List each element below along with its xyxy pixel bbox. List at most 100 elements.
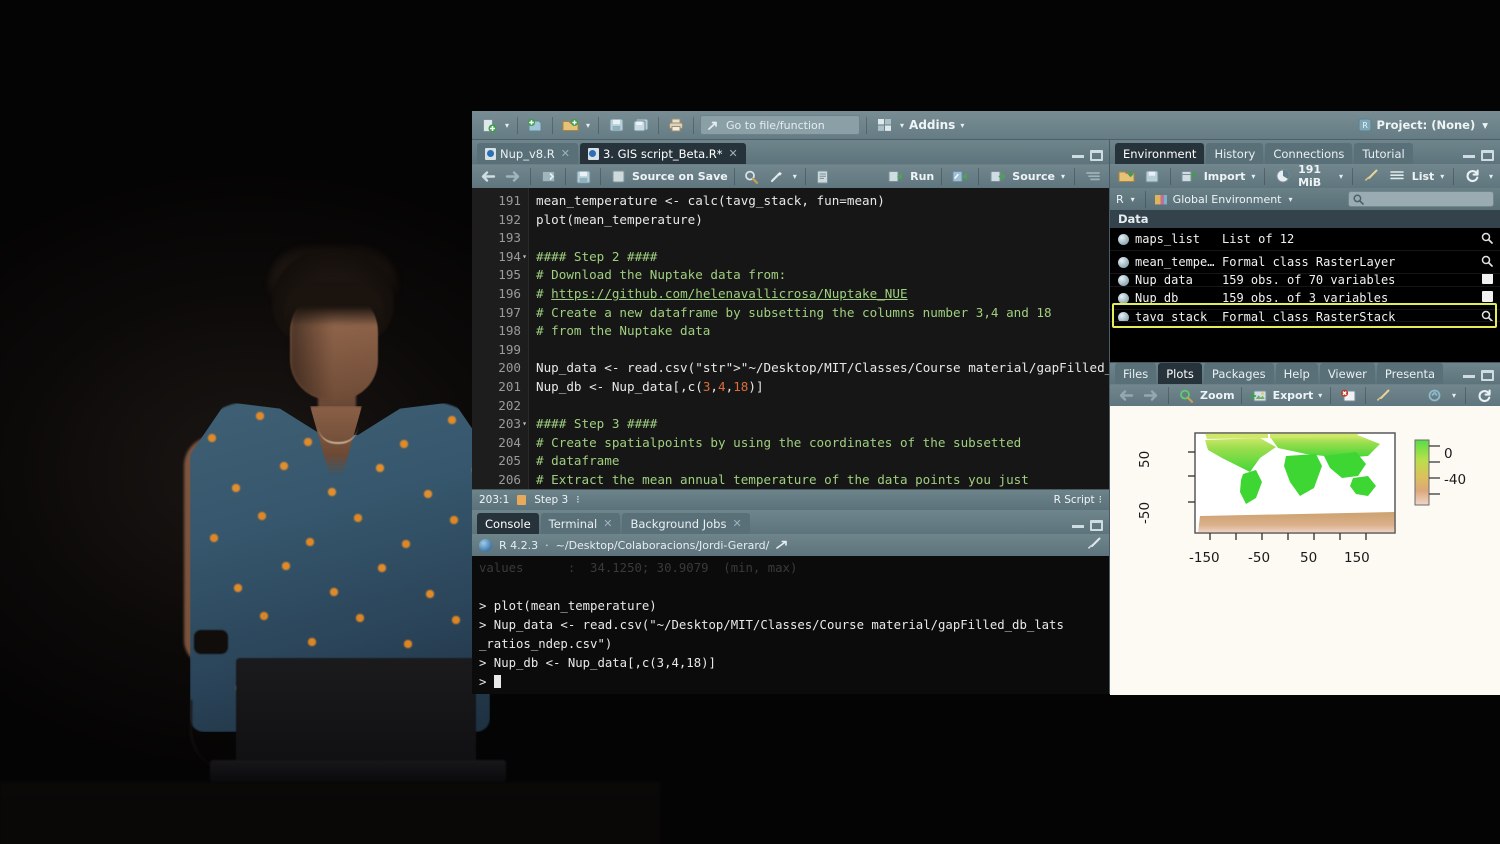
code-area[interactable]: 191 192 193 194 ▾ 195 196 197 198 199 200 201 202 203… [472, 188, 1109, 489]
tab-tutorial[interactable]: Tutorial [1354, 143, 1413, 164]
new-file-caret[interactable]: ▾ [503, 121, 511, 130]
new-file-icon[interactable] [478, 115, 500, 136]
layout-caret[interactable]: ▾ [898, 121, 906, 130]
tab-help[interactable]: Help [1275, 363, 1318, 384]
addins-menu[interactable]: Addins [909, 118, 955, 132]
export-label[interactable]: Export [1273, 389, 1314, 402]
chunk-caret[interactable]: ⁝ [576, 494, 579, 506]
plot-canvas[interactable]: 50 -50 -150 -50 50 150 0 -40 [1110, 406, 1500, 695]
code-line[interactable] [536, 229, 1109, 248]
previous-plot-icon[interactable] [1115, 385, 1137, 406]
view-caret[interactable]: ▾ [1438, 172, 1446, 181]
refresh-caret[interactable]: ▾ [1487, 172, 1495, 181]
scope-selector[interactable]: Global Environment [1173, 193, 1282, 206]
close-tab-icon[interactable]: ✕ [732, 517, 741, 530]
maximize-pane-icon[interactable] [1481, 370, 1494, 381]
source-editor[interactable]: 191 192 193 194 ▾ 195 196 197 198 199 200 201 202 203… [472, 188, 1109, 489]
environment-row[interactable]: tavg_stack Formal class RasterStack [1110, 310, 1500, 322]
view-dataframe-icon[interactable] [1481, 274, 1493, 284]
open-directory-icon[interactable] [776, 539, 789, 551]
close-tab-icon[interactable]: ✕ [729, 147, 738, 160]
open-file-icon[interactable] [559, 115, 581, 136]
run-label[interactable]: Run [910, 170, 934, 183]
zoom-label[interactable]: Zoom [1200, 389, 1235, 402]
next-plot-icon[interactable] [1140, 385, 1162, 406]
code-line[interactable]: # Download the Nuptake data from: [536, 266, 1109, 285]
environment-row-action[interactable] [1474, 232, 1500, 247]
minimize-pane-icon[interactable] [1463, 154, 1475, 158]
language-caret[interactable]: ▾ [1129, 195, 1137, 204]
zoom-plot-icon[interactable] [1175, 385, 1197, 406]
publish-icon[interactable] [1424, 385, 1446, 406]
code-line[interactable]: Nup_data <- read.csv("str">"~/Desktop/MI… [536, 359, 1109, 378]
close-tab-icon[interactable]: ✕ [603, 517, 612, 530]
close-tab-icon[interactable]: ✕ [561, 147, 570, 160]
clear-environment-icon[interactable] [1360, 166, 1382, 187]
code-line[interactable]: # Create spatialpoints by using the coor… [536, 434, 1109, 453]
code-line[interactable]: # from the Nuptake data [536, 322, 1109, 341]
outline-toggle-icon[interactable] [1082, 166, 1104, 187]
tab-environment[interactable]: Environment [1115, 143, 1205, 164]
save-all-icon[interactable] [630, 115, 652, 136]
project-caret[interactable]: ▾ [1480, 118, 1490, 132]
refresh-icon[interactable] [1461, 166, 1483, 187]
save-workspace-icon[interactable] [1141, 166, 1163, 187]
tab-packages[interactable]: Packages [1203, 363, 1274, 384]
code-tools-icon[interactable] [766, 166, 788, 187]
code-line[interactable] [536, 341, 1109, 360]
code-line[interactable] [536, 397, 1109, 416]
source-caret[interactable]: ▾ [1059, 172, 1067, 181]
workbench-layout-icon[interactable] [873, 115, 895, 136]
new-project-icon[interactable] [524, 115, 546, 136]
tab-terminal[interactable]: Terminal ✕ [540, 513, 621, 534]
environment-row-action[interactable] [1474, 310, 1500, 322]
code-tools-caret[interactable]: ▾ [791, 172, 799, 181]
maximize-pane-icon[interactable] [1090, 150, 1103, 161]
memory-label[interactable]: 191 MiB [1298, 163, 1333, 189]
memory-caret[interactable]: ▾ [1337, 172, 1345, 181]
project-menu[interactable]: R Project: (None) ▾ [1358, 118, 1494, 132]
environment-row[interactable]: maps_list List of 12 [1110, 228, 1500, 251]
export-plot-icon[interactable] [1248, 385, 1270, 406]
tab-files[interactable]: Files [1115, 363, 1157, 384]
goto-file-function-input[interactable]: Go to file/function [700, 115, 861, 135]
import-label[interactable]: Import [1204, 170, 1246, 183]
save-document-icon[interactable] [572, 166, 594, 187]
import-dataset-icon[interactable] [1178, 166, 1200, 187]
export-caret[interactable]: ▾ [1316, 391, 1324, 400]
print-icon[interactable] [665, 115, 687, 136]
maximize-pane-icon[interactable] [1090, 520, 1103, 531]
minimize-pane-icon[interactable] [1072, 524, 1084, 528]
environment-row-action[interactable] [1474, 255, 1500, 270]
tab-history[interactable]: History [1206, 143, 1264, 164]
code-line[interactable]: mean_temperature <- calc(tavg_stack, fun… [536, 192, 1109, 211]
clear-console-icon[interactable] [1086, 537, 1102, 554]
console-prompt[interactable]: > [479, 673, 1102, 692]
source-button-icon[interactable] [986, 166, 1008, 187]
file-type-caret[interactable]: ⁝ [1099, 494, 1102, 506]
view-object-search-icon[interactable] [1481, 310, 1493, 322]
clear-plots-icon[interactable] [1372, 385, 1394, 406]
environment-row-action[interactable] [1474, 274, 1500, 286]
remove-plot-icon[interactable] [1337, 385, 1359, 406]
tab-presentation[interactable]: Presenta [1376, 363, 1444, 384]
environment-variable-list[interactable]: Data maps_list List of 12 mean_tempe… Forma… [1110, 210, 1500, 362]
minimize-pane-icon[interactable] [1072, 154, 1084, 158]
view-label[interactable]: List [1412, 170, 1435, 183]
code-line[interactable]: # dataframe [536, 452, 1109, 471]
run-icon[interactable] [884, 166, 906, 187]
source-tab-nup-v8[interactable]: Nup_v8.R ✕ [477, 143, 578, 164]
environment-row[interactable]: mean_tempe… Formal class RasterLayer [1110, 251, 1500, 274]
import-caret[interactable]: ▾ [1249, 172, 1257, 181]
source-tab-gis-script[interactable]: 3. GIS script_Beta.R* ✕ [579, 143, 746, 164]
code-line[interactable]: # Create a new dataframe by subsetting t… [536, 304, 1109, 323]
publish-caret[interactable]: ▾ [1450, 391, 1458, 400]
view-object-search-icon[interactable] [1481, 255, 1493, 267]
view-object-search-icon[interactable] [1481, 232, 1493, 244]
find-replace-icon[interactable] [741, 166, 763, 187]
file-type-group[interactable]: R Script ⁝ [1054, 494, 1102, 506]
compile-report-icon[interactable] [812, 166, 834, 187]
list-view-icon[interactable] [1386, 166, 1408, 187]
code-text[interactable]: mean_temperature <- calc(tavg_stack, fun… [529, 188, 1109, 489]
code-line[interactable]: # https://github.com/helenavallicrosa/Nu… [536, 285, 1109, 304]
